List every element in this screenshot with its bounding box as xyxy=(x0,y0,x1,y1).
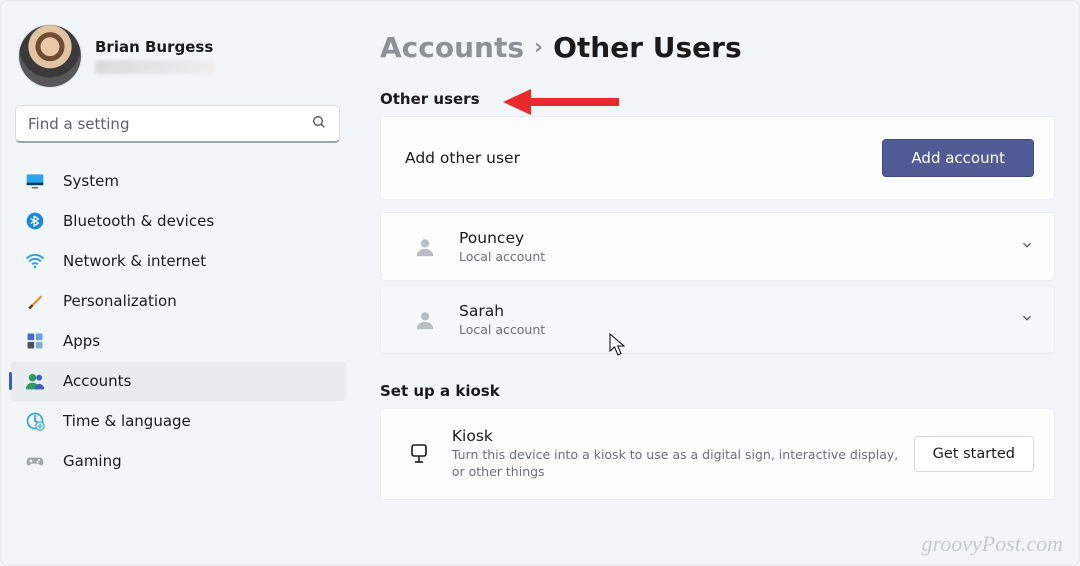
page-title: Other Users xyxy=(553,31,742,64)
sidebar-item-network[interactable]: Network & internet xyxy=(11,241,346,281)
sidebar-item-gaming[interactable]: Gaming xyxy=(11,441,346,481)
breadcrumb-parent[interactable]: Accounts xyxy=(380,31,524,64)
sidebar-item-label: Time & language xyxy=(63,412,191,430)
kiosk-get-started-button[interactable]: Get started xyxy=(914,436,1034,472)
add-other-user-row: Add other user Add account xyxy=(380,116,1055,200)
sidebar-item-label: Personalization xyxy=(63,292,177,310)
kiosk-title: Kiosk xyxy=(452,427,914,445)
user-name: Pouncey xyxy=(459,229,545,247)
profile-header[interactable]: Brian Burgess xyxy=(11,11,346,95)
avatar xyxy=(19,25,81,87)
profile-name: Brian Burgess xyxy=(95,38,215,56)
gamepad-icon xyxy=(25,451,45,471)
user-type: Local account xyxy=(459,249,545,264)
paintbrush-icon xyxy=(25,291,45,311)
sidebar-item-label: System xyxy=(63,172,119,190)
add-other-user-label: Add other user xyxy=(405,149,520,167)
user-row[interactable]: Pouncey Local account xyxy=(380,212,1055,281)
search-icon xyxy=(311,114,327,134)
bluetooth-icon xyxy=(25,211,45,231)
accounts-icon xyxy=(25,371,45,391)
sidebar-item-bluetooth[interactable]: Bluetooth & devices xyxy=(11,201,346,241)
sidebar-item-label: Apps xyxy=(63,332,100,350)
section-other-users-heading: Other users xyxy=(380,90,1055,108)
chevron-down-icon xyxy=(1020,237,1034,256)
user-type: Local account xyxy=(459,322,545,337)
sidebar-item-label: Gaming xyxy=(63,452,122,470)
user-row[interactable]: Sarah Local account xyxy=(380,285,1055,354)
sidebar-item-accounts[interactable]: Accounts xyxy=(11,361,346,401)
apps-icon xyxy=(25,331,45,351)
system-icon xyxy=(25,171,45,191)
sidebar-item-system[interactable]: System xyxy=(11,161,346,201)
search-input[interactable] xyxy=(28,115,311,133)
sidebar-item-label: Bluetooth & devices xyxy=(63,212,214,230)
kiosk-icon xyxy=(407,440,432,468)
kiosk-row[interactable]: Kiosk Turn this device into a kiosk to u… xyxy=(380,408,1055,500)
sidebar-item-apps[interactable]: Apps xyxy=(11,321,346,361)
chevron-right-icon: › xyxy=(534,35,543,60)
sidebar-item-personalization[interactable]: Personalization xyxy=(11,281,346,321)
sidebar-item-time[interactable]: Time & language xyxy=(11,401,346,441)
clock-globe-icon xyxy=(25,411,45,431)
user-name: Sarah xyxy=(459,302,545,320)
sidebar-item-label: Accounts xyxy=(63,372,131,390)
chevron-down-icon xyxy=(1020,310,1034,329)
search-input-wrapper[interactable] xyxy=(15,105,340,143)
breadcrumb: Accounts › Other Users xyxy=(380,31,1055,64)
section-kiosk-heading: Set up a kiosk xyxy=(380,382,1055,400)
wifi-icon xyxy=(25,251,45,271)
sidebar: Brian Burgess System xyxy=(1,1,356,565)
profile-email-blurred xyxy=(95,60,215,74)
kiosk-description: Turn this device into a kiosk to use as … xyxy=(452,447,914,481)
person-icon xyxy=(411,233,439,261)
main-content: Accounts › Other Users Other users Add o… xyxy=(356,1,1079,565)
nav: System Bluetooth & devices Network & int… xyxy=(11,157,346,481)
sidebar-item-label: Network & internet xyxy=(63,252,206,270)
person-icon xyxy=(411,306,439,334)
add-account-button[interactable]: Add account xyxy=(882,139,1034,177)
